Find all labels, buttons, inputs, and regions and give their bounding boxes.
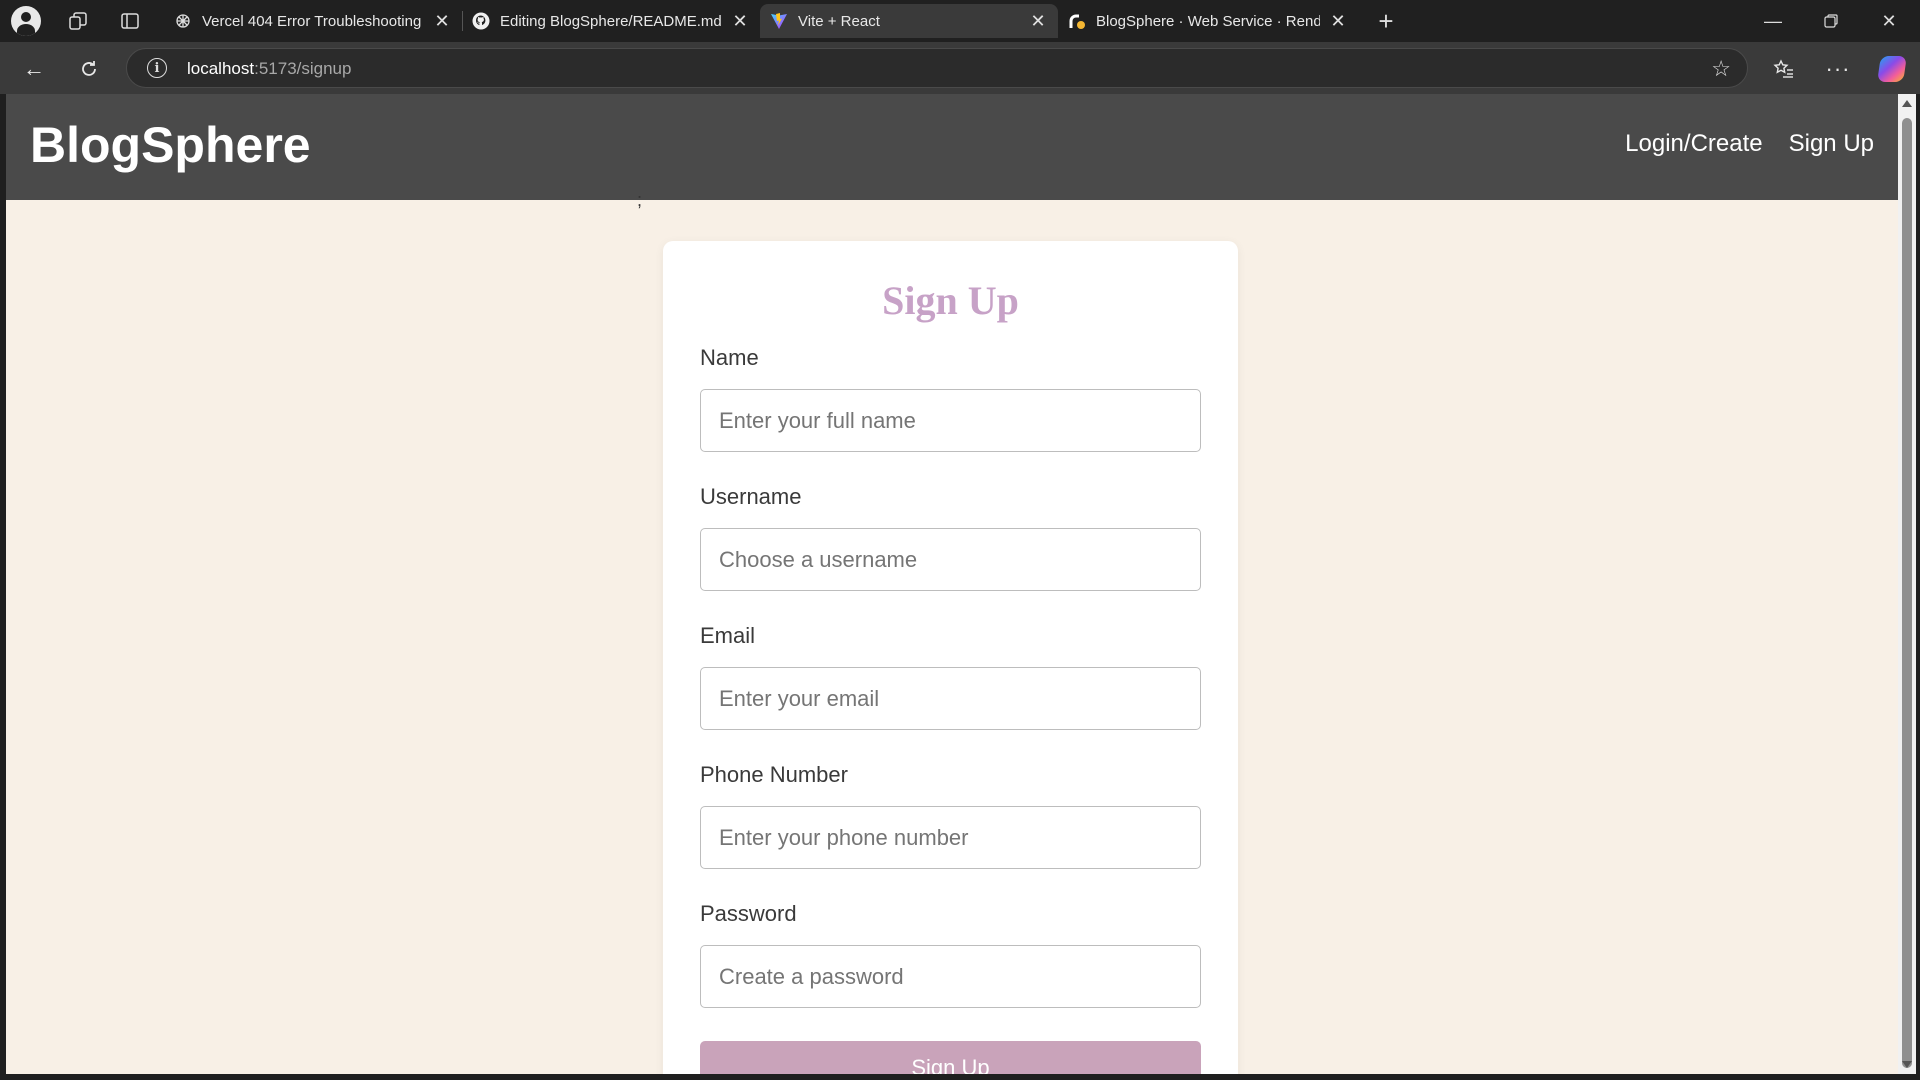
workspaces-button[interactable]: [62, 5, 94, 37]
url-text[interactable]: localhost:5173/signup: [187, 59, 351, 79]
username-label: Username: [700, 484, 802, 509]
back-button[interactable]: ←: [17, 52, 51, 86]
email-label: Email: [700, 623, 756, 648]
site-nav: Login/Create Sign Up: [1625, 130, 1874, 158]
page-scrollbar[interactable]: [1898, 94, 1916, 1074]
url-path: :5173/signup: [254, 59, 352, 78]
profile-avatar-icon: [11, 6, 41, 36]
close-tab-icon[interactable]: ✕: [1328, 11, 1348, 31]
render-icon: [1068, 12, 1086, 30]
new-tab-button[interactable]: +: [1370, 5, 1402, 37]
address-bar[interactable]: i localhost:5173/signup ☆: [126, 48, 1748, 88]
password-input[interactable]: [700, 945, 1201, 1008]
phone-input[interactable]: [700, 806, 1201, 869]
workspaces-icon: [69, 12, 87, 30]
vertical-tabs-icon: [121, 13, 139, 29]
tab-title: Editing BlogSphere/README.md a: [500, 12, 722, 30]
browser-tab-active[interactable]: Vite + React ✕: [760, 4, 1058, 38]
arrow-left-icon: ←: [23, 56, 45, 81]
minimize-icon: —: [1764, 10, 1782, 31]
browser-tab-strip: Vercel 404 Error Troubleshooting ✕ Editi…: [0, 0, 1920, 42]
tab-title: BlogSphere · Web Service · Rend: [1096, 12, 1320, 30]
form-title: Sign Up: [882, 278, 1019, 323]
favorites-button[interactable]: [1766, 52, 1802, 86]
site-logo[interactable]: BlogSphere: [30, 116, 311, 174]
reload-button[interactable]: [72, 52, 106, 86]
browser-toolbar: ← i localhost:5173/signup ☆ ···: [0, 42, 1920, 94]
phone-label: Phone Number: [700, 762, 848, 787]
reload-icon: [82, 61, 96, 76]
vite-icon: [770, 12, 788, 30]
signup-card: Sign Up Name Username Email Phone Number…: [663, 241, 1238, 1074]
browser-tab[interactable]: Vercel 404 Error Troubleshooting ✕: [164, 4, 463, 38]
close-tab-icon[interactable]: ✕: [432, 11, 452, 31]
close-tab-icon[interactable]: ✕: [730, 11, 750, 31]
window-bottom-edge: [0, 1074, 1920, 1080]
scroll-up-icon[interactable]: [1902, 100, 1912, 107]
scroll-down-icon[interactable]: [1902, 1061, 1912, 1068]
favorites-icon: [1773, 59, 1793, 78]
favorite-star-icon[interactable]: ☆: [1711, 56, 1731, 82]
site-info-icon[interactable]: i: [147, 58, 167, 78]
stray-text: ;: [637, 190, 643, 210]
username-input[interactable]: [700, 528, 1201, 591]
github-icon: [472, 12, 490, 30]
vertical-tabs-button[interactable]: [114, 5, 146, 37]
nav-signup-link[interactable]: Sign Up: [1789, 130, 1874, 158]
copilot-icon: [1877, 56, 1907, 82]
scrollbar-thumb[interactable]: [1902, 118, 1912, 1068]
more-dots-icon: ···: [1825, 56, 1851, 81]
browser-tab[interactable]: BlogSphere · Web Service · Rend ✕: [1058, 4, 1358, 38]
url-host: localhost: [187, 59, 255, 78]
page-viewport: BlogSphere Login/Create Sign Up ; Sign U…: [6, 94, 1898, 1074]
nav-login-link[interactable]: Login/Create: [1625, 130, 1762, 158]
signup-submit-button[interactable]: Sign Up: [700, 1041, 1201, 1074]
restore-button[interactable]: [1802, 0, 1860, 42]
browser-tab[interactable]: Editing BlogSphere/README.md a ✕: [462, 4, 761, 38]
plus-icon: +: [1378, 5, 1394, 36]
email-input[interactable]: [700, 667, 1201, 730]
restore-icon: [1824, 14, 1838, 28]
profile-button[interactable]: [10, 5, 42, 37]
name-label: Name: [700, 345, 759, 370]
site-header: BlogSphere Login/Create Sign Up: [6, 94, 1898, 200]
settings-more-button[interactable]: ···: [1820, 52, 1856, 86]
chatgpt-icon: [174, 12, 192, 30]
close-window-button[interactable]: ✕: [1860, 0, 1918, 42]
close-tab-icon[interactable]: ✕: [1028, 11, 1048, 31]
tab-title: Vercel 404 Error Troubleshooting: [202, 12, 422, 30]
minimize-button[interactable]: —: [1744, 0, 1802, 42]
copilot-button[interactable]: [1874, 52, 1910, 86]
close-icon: ✕: [1881, 10, 1897, 31]
password-label: Password: [700, 901, 797, 926]
tab-title: Vite + React: [798, 12, 880, 30]
name-input[interactable]: [700, 389, 1201, 452]
